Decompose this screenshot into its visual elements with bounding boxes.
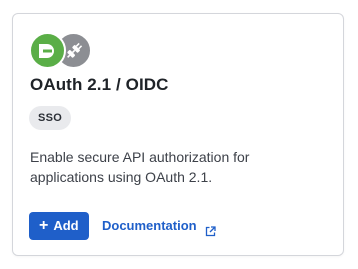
plus-icon: + bbox=[39, 216, 49, 234]
add-button-label: Add bbox=[53, 218, 79, 233]
card-description: Enable secure API authorization for appl… bbox=[30, 149, 250, 185]
documentation-link[interactable]: Documentation bbox=[102, 212, 216, 240]
primary-logo-icon bbox=[29, 32, 66, 69]
card-title: OAuth 2.1 / OIDC bbox=[30, 75, 169, 94]
add-button[interactable]: + Add bbox=[29, 212, 89, 240]
documentation-link-label: Documentation bbox=[102, 218, 197, 233]
integration-logos bbox=[29, 32, 93, 69]
category-badge: SSO bbox=[29, 106, 72, 130]
integration-card: OAuth 2.1 / OIDC SSO Enable secure API a… bbox=[12, 13, 344, 256]
external-link-icon bbox=[205, 219, 216, 237]
